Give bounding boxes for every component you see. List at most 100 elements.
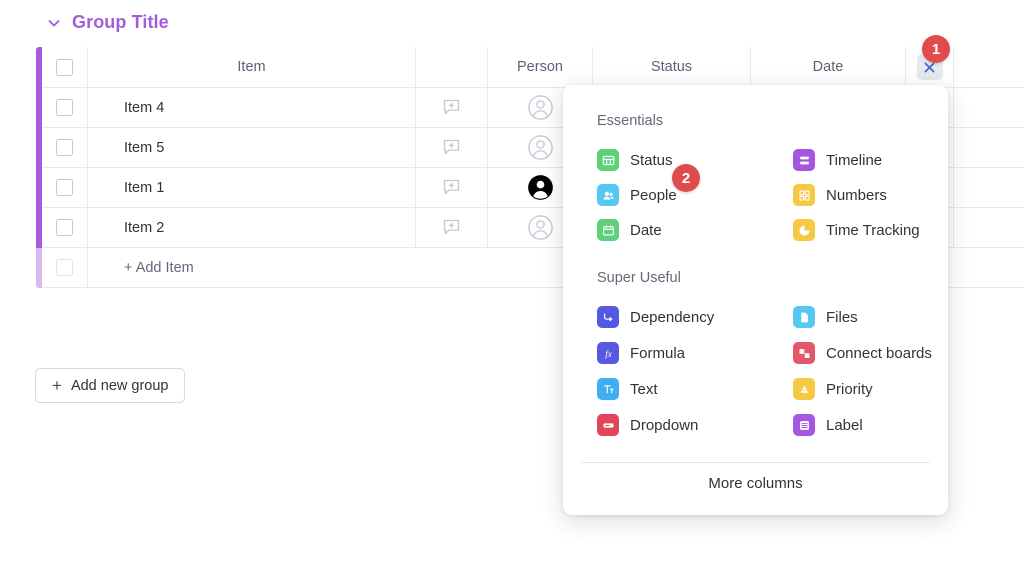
menu-item-dropdown[interactable]: Dropdown bbox=[597, 412, 698, 438]
add-comment-icon[interactable] bbox=[441, 217, 462, 238]
menu-item-people[interactable]: People bbox=[597, 182, 677, 208]
add-item-cell[interactable]: + Add Item bbox=[88, 248, 488, 287]
person-outline-icon[interactable] bbox=[527, 134, 554, 161]
add-comment-icon[interactable] bbox=[441, 177, 462, 198]
svg-text:fx: fx bbox=[605, 348, 611, 358]
row-chat-cell[interactable] bbox=[416, 208, 488, 247]
row-select-cell[interactable] bbox=[42, 168, 88, 207]
add-item-select-cell[interactable] bbox=[42, 248, 88, 287]
row-chat-cell[interactable] bbox=[416, 88, 488, 127]
row-item-label: Item 5 bbox=[124, 140, 164, 156]
column-header-item-label: Item bbox=[237, 59, 265, 75]
menu-item-label[interactable]: Label bbox=[793, 412, 863, 438]
row-checkbox[interactable] bbox=[56, 219, 73, 236]
row-select-cell[interactable] bbox=[42, 208, 88, 247]
people-icon bbox=[597, 184, 619, 206]
row-checkbox[interactable] bbox=[56, 139, 73, 156]
menu-item-time-tracking[interactable]: Time Tracking bbox=[793, 217, 920, 243]
step-badge-2: 2 bbox=[672, 164, 700, 192]
column-header-date[interactable]: Date bbox=[751, 47, 906, 87]
menu-item-priority[interactable]: Priority bbox=[793, 376, 873, 402]
row-checkbox[interactable] bbox=[56, 179, 73, 196]
person-filled-icon[interactable] bbox=[527, 174, 554, 201]
row-checkbox[interactable] bbox=[56, 99, 73, 116]
row-tail-cell bbox=[954, 208, 1024, 247]
time-tracking-icon bbox=[793, 219, 815, 241]
menu-item-text[interactable]: Text bbox=[597, 376, 658, 402]
menu-item-label: Date bbox=[630, 222, 662, 239]
column-header-status-label: Status bbox=[651, 59, 692, 75]
column-header-tail bbox=[954, 47, 1024, 87]
priority-icon bbox=[793, 378, 815, 400]
group-header: Group Title bbox=[46, 12, 169, 33]
select-all-cell[interactable] bbox=[42, 47, 88, 87]
menu-item-label: People bbox=[630, 187, 677, 204]
group-title[interactable]: Group Title bbox=[72, 12, 169, 33]
row-item-cell[interactable]: Item 4 bbox=[88, 88, 416, 127]
menu-item-label: Connect boards bbox=[826, 345, 932, 362]
connect-boards-icon bbox=[793, 342, 815, 364]
row-select-cell[interactable] bbox=[42, 88, 88, 127]
plus-icon: + bbox=[52, 377, 62, 394]
menu-item-date[interactable]: Date bbox=[597, 217, 662, 243]
table-header-row: Item Person Status Date bbox=[42, 47, 1024, 88]
person-outline-icon[interactable] bbox=[527, 214, 554, 241]
add-item-checkbox[interactable] bbox=[56, 259, 73, 276]
row-item-cell[interactable]: Item 1 bbox=[88, 168, 416, 207]
numbers-icon bbox=[793, 184, 815, 206]
person-outline-icon[interactable] bbox=[527, 94, 554, 121]
row-chat-cell[interactable] bbox=[416, 168, 488, 207]
file-icon bbox=[793, 306, 815, 328]
menu-item-status[interactable]: Status bbox=[597, 147, 673, 173]
status-icon bbox=[597, 149, 619, 171]
row-tail-cell bbox=[954, 88, 1024, 127]
row-chat-cell[interactable] bbox=[416, 128, 488, 167]
row-tail-cell bbox=[954, 168, 1024, 207]
menu-item-label: Files bbox=[826, 309, 858, 326]
row-item-label: Item 4 bbox=[124, 100, 164, 116]
screen: Group Title Item Person Status bbox=[0, 0, 1024, 580]
menu-item-label: Numbers bbox=[826, 187, 887, 204]
menu-item-label: Text bbox=[630, 381, 658, 398]
column-type-menu: Essentials Status Timeline People Number… bbox=[563, 85, 948, 515]
menu-item-label: Time Tracking bbox=[826, 222, 920, 239]
select-all-checkbox[interactable] bbox=[56, 59, 73, 76]
row-item-cell[interactable]: Item 2 bbox=[88, 208, 416, 247]
menu-item-dependency[interactable]: Dependency bbox=[597, 304, 714, 330]
menu-item-timeline[interactable]: Timeline bbox=[793, 147, 882, 173]
menu-item-label: Priority bbox=[826, 381, 873, 398]
add-comment-icon[interactable] bbox=[441, 97, 462, 118]
menu-item-files[interactable]: Files bbox=[793, 304, 858, 330]
menu-item-label: Status bbox=[630, 152, 673, 169]
menu-divider bbox=[581, 462, 930, 463]
add-comment-icon[interactable] bbox=[441, 137, 462, 158]
menu-item-numbers[interactable]: Numbers bbox=[793, 182, 887, 208]
label-icon bbox=[793, 414, 815, 436]
row-tail-cell bbox=[954, 128, 1024, 167]
dropdown-icon bbox=[597, 414, 619, 436]
row-item-label: Item 1 bbox=[124, 180, 164, 196]
chevron-down-icon[interactable] bbox=[46, 15, 62, 31]
row-item-cell[interactable]: Item 5 bbox=[88, 128, 416, 167]
row-item-label: Item 2 bbox=[124, 220, 164, 236]
add-item-label: + Add Item bbox=[124, 260, 194, 276]
formula-icon: fx bbox=[597, 342, 619, 364]
timeline-icon bbox=[793, 149, 815, 171]
calendar-icon bbox=[597, 219, 619, 241]
row-select-cell[interactable] bbox=[42, 128, 88, 167]
step-badge-1: 1 bbox=[922, 35, 950, 63]
dependency-icon bbox=[597, 306, 619, 328]
menu-section-title-essentials: Essentials bbox=[597, 113, 663, 129]
add-new-group-button[interactable]: + Add new group bbox=[35, 368, 185, 403]
column-header-person[interactable]: Person bbox=[488, 47, 593, 87]
column-header-item[interactable]: Item bbox=[88, 47, 416, 87]
menu-item-formula[interactable]: fx Formula bbox=[597, 340, 685, 366]
column-header-status[interactable]: Status bbox=[593, 47, 751, 87]
menu-item-label: Formula bbox=[630, 345, 685, 362]
menu-item-label: Dropdown bbox=[630, 417, 698, 434]
menu-item-label: Dependency bbox=[630, 309, 714, 326]
menu-item-label: Label bbox=[826, 417, 863, 434]
more-columns-button[interactable]: More columns bbox=[563, 475, 948, 492]
menu-item-label: Timeline bbox=[826, 152, 882, 169]
menu-item-connect-boards[interactable]: Connect boards bbox=[793, 340, 932, 366]
